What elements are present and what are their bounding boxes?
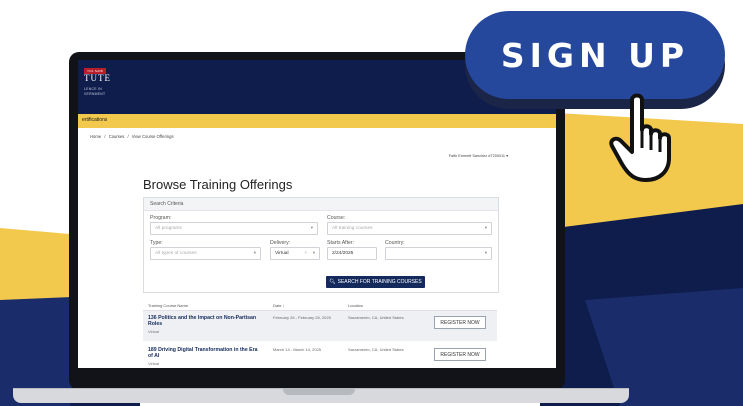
pointer-hand-icon (609, 93, 671, 182)
user-id: #T200011 ▾ (488, 154, 508, 158)
search-criteria-header: Search Criteria (144, 198, 498, 211)
delivery-value: Virtual (275, 250, 289, 256)
course-date: February 26 - February 26, 2025 (273, 315, 331, 320)
course-name-link[interactable]: 136 Politics and the Impact on Non-Parti… (148, 315, 260, 327)
register-now-button[interactable]: REGISTER NOW (434, 316, 486, 329)
country-label: Country: (385, 240, 405, 246)
program-placeholder: All programs (155, 225, 182, 231)
user-menu[interactable]: Faith Emmett Sanchez #T200011 ▾ (449, 153, 508, 158)
country-select[interactable]: ▾ (385, 247, 492, 260)
search-criteria-panel: Search Criteria Program: All programs ▾ … (143, 197, 499, 293)
breadcrumb-separator: / (127, 134, 129, 139)
type-label: Type: (150, 240, 163, 246)
logo-subtitle-line-2: VERNMENT (84, 92, 106, 96)
signup-button-label: SIGN UP (500, 35, 690, 75)
course-date: March 14 - March 14, 2025 (273, 347, 322, 352)
delivery-select[interactable]: Virtual × ▾ (270, 247, 320, 260)
course-placeholder: All training courses (332, 225, 373, 231)
breadcrumb-home[interactable]: Home (90, 134, 101, 139)
page-title: Browse Training Offerings (143, 177, 293, 192)
course-delivery: Virtual (148, 361, 160, 366)
breadcrumb-current: View Course Offerings (131, 134, 174, 139)
course-delivery: Virtual (148, 329, 160, 334)
course-name-link[interactable]: 189 Driving Digital Transformation in th… (148, 347, 260, 359)
chevron-down-icon: ▾ (253, 250, 256, 255)
chevron-down-icon: ▾ (310, 225, 313, 230)
results-table-header: Training Course Name Date ↓ Location (143, 301, 497, 311)
search-courses-button[interactable]: 🔍︎ SEARCH FOR TRAINING COURSES (326, 276, 425, 288)
user-name: Faith Emmett Sanchez (448, 154, 488, 158)
course-location: Sacramento, CA, United States (348, 315, 404, 320)
column-header-date[interactable]: Date ↓ (273, 303, 285, 308)
chevron-down-icon: ▾ (312, 250, 315, 255)
signup-button[interactable]: SIGN UP (465, 11, 725, 99)
search-icon: 🔍︎ (329, 279, 336, 285)
breadcrumb-courses[interactable]: Courses (109, 134, 125, 139)
nav-item-certifications[interactable]: ertifications (82, 117, 107, 123)
search-criteria-title: Search Criteria (150, 201, 184, 207)
delivery-label: Delivery: (270, 240, 291, 246)
breadcrumb: Home / Courses / View Course Offerings (90, 134, 176, 139)
table-row: 189 Driving Digital Transformation in th… (143, 343, 497, 368)
chevron-down-icon: ▾ (484, 250, 487, 255)
course-location: Sacramento, CA, United States (348, 347, 404, 352)
site-logo[interactable]: TUTE (84, 73, 111, 83)
search-button-label: SEARCH FOR TRAINING COURSES (337, 279, 422, 285)
chevron-down-icon: ▾ (484, 225, 487, 230)
starts-after-input[interactable]: 2/24/2025 (327, 247, 377, 260)
starts-after-value: 2/24/2025 (332, 250, 354, 256)
laptop-screen: YOL SAIB TUTE LENCE IN VERNMENT ertifica… (78, 60, 556, 368)
type-placeholder: All types of courses (155, 250, 197, 256)
column-header-name[interactable]: Training Course Name (148, 303, 188, 308)
program-label: Program: (150, 215, 172, 221)
type-select[interactable]: All types of courses ▾ (150, 247, 261, 260)
laptop-notch (283, 388, 355, 395)
main-nav-bar: ertifications (78, 114, 556, 128)
program-select[interactable]: All programs ▾ (150, 222, 318, 235)
table-row: 136 Politics and the Impact on Non-Parti… (143, 311, 497, 341)
breadcrumb-separator: / (104, 134, 106, 139)
course-label: Course: (327, 215, 346, 221)
course-select[interactable]: All training courses ▾ (327, 222, 492, 235)
register-now-button[interactable]: REGISTER NOW (434, 348, 486, 361)
clear-icon[interactable]: × (304, 250, 307, 255)
column-header-location[interactable]: Location (348, 303, 363, 308)
logo-subtitle-line-1: LENCE IN (84, 87, 103, 91)
starts-after-label: Starts After: (327, 240, 355, 246)
